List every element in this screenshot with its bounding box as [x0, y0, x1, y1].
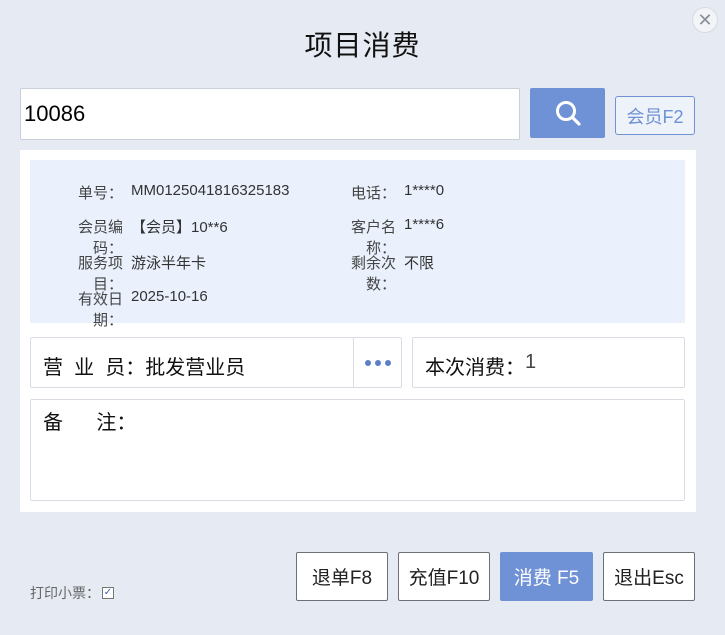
recharge-button[interactable]: 充值F10: [398, 552, 490, 601]
expiry-value: 2025-10-16: [131, 288, 208, 305]
remark-input[interactable]: [141, 404, 676, 494]
print-receipt-checkbox[interactable]: ✓: [102, 587, 114, 599]
staff-value: 批发营业员: [145, 357, 246, 379]
order-no-value: MM0125041816325183: [131, 182, 290, 199]
phone-row: 电话： 1****0: [323, 182, 444, 203]
member-info-box: 单号： MM0125041816325183 电话： 1****0 会员编码： …: [30, 160, 685, 329]
remaining-row: 剩余次数： 不限: [323, 252, 434, 294]
remaining-label: 剩余次数：: [350, 255, 396, 293]
dialog-title: 项目消费: [304, 30, 421, 61]
consume-quantity-field[interactable]: 本次消费： 1: [412, 337, 685, 388]
phone-label: 电话：: [350, 185, 396, 202]
order-no-row: 单号： MM0125041816325183: [50, 182, 289, 203]
remark-field: 备 注：: [30, 399, 685, 501]
search-icon: [555, 101, 581, 126]
consume-value: 1: [525, 351, 537, 373]
consume-label: 本次消费：: [425, 357, 525, 379]
remaining-value: 不限: [404, 255, 435, 272]
expiry-row: 有效日期： 2025-10-16: [50, 288, 208, 330]
more-icon: [364, 359, 371, 366]
staff-field: 营 业 员： 批发营业员: [30, 337, 402, 388]
member-button[interactable]: 会员F2: [615, 96, 695, 135]
consumption-panel: 单号： MM0125041816325183 电话： 1****0 会员编码： …: [20, 150, 696, 512]
staff-label: 营 业 员：: [43, 357, 146, 379]
remark-label: 备 注：: [43, 412, 137, 434]
staff-select-button[interactable]: [353, 338, 401, 387]
member-search-input[interactable]: [20, 88, 520, 140]
order-no-label: 单号：: [77, 185, 123, 202]
print-receipt-label: 打印小票：: [30, 585, 100, 601]
expiry-label: 有效日期：: [77, 291, 123, 329]
print-receipt-option: 打印小票： ✓: [30, 583, 114, 603]
search-button[interactable]: [530, 88, 605, 138]
consume-button[interactable]: 消费 F5: [500, 552, 593, 601]
phone-value: 1****0: [404, 182, 445, 199]
refund-button[interactable]: 退单F8: [296, 552, 388, 601]
exit-button[interactable]: 退出Esc: [603, 552, 695, 601]
